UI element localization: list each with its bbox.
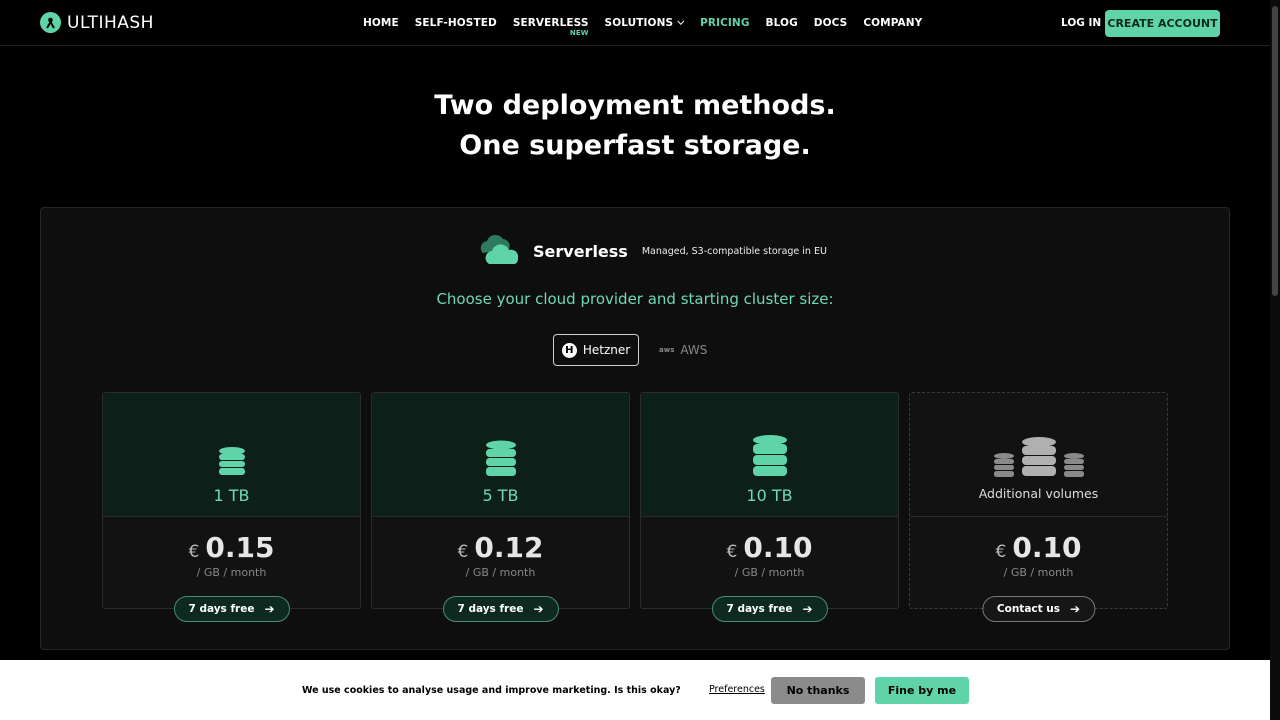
cloud-icon xyxy=(477,231,521,271)
nav-serverless-label: SERVERLESS xyxy=(512,17,589,29)
provider-toggle: H Hetzner aws AWS xyxy=(553,334,707,366)
cookie-preferences-link[interactable]: Preferences xyxy=(709,684,765,695)
new-badge: NEW xyxy=(569,29,589,37)
cookie-message: We use cookies to analyse usage and impr… xyxy=(302,685,681,696)
logo[interactable]: ULTIHASH xyxy=(40,12,154,33)
nav-docs[interactable]: DOCS xyxy=(814,17,848,29)
fine-by-me-button[interactable]: Fine by me xyxy=(875,677,969,704)
nav-solutions[interactable]: SOLUTIONS xyxy=(605,17,685,29)
provider-hetzner-button[interactable]: H Hetzner xyxy=(553,334,639,366)
pricing-panel: Serverless Managed, S3-compatible storag… xyxy=(40,207,1230,650)
nav-solutions-label: SOLUTIONS xyxy=(604,17,674,29)
pricing-card-1tb: 1 TB €0.15 / GB / month 7 days free ➔ xyxy=(102,392,361,622)
card-price-unit: / GB / month xyxy=(196,566,267,579)
pricing-card-10tb: 10 TB €0.10 / GB / month 7 days free ➔ xyxy=(640,392,899,622)
pricing-cards: 1 TB €0.15 / GB / month 7 days free ➔ 5 T… xyxy=(102,392,1168,622)
provider-hetzner-label: Hetzner xyxy=(582,343,631,357)
arrow-right-icon: ➔ xyxy=(264,602,275,616)
nav-blog[interactable]: BLOG xyxy=(766,17,798,29)
free-trial-button[interactable]: 7 days free ➔ xyxy=(442,596,559,622)
login-link[interactable]: LOG IN xyxy=(1061,17,1101,29)
databases-icon xyxy=(993,418,1085,478)
free-trial-button[interactable]: 7 days free ➔ xyxy=(173,596,290,622)
database-icon xyxy=(485,418,517,478)
pricing-card-additional: Additional volumes €0.10 / GB / month Co… xyxy=(909,392,1168,622)
cookie-banner: We use cookies to analyse usage and impr… xyxy=(0,660,1270,720)
card-price: €0.15 xyxy=(188,531,275,564)
arrow-right-icon: ➔ xyxy=(1070,602,1081,616)
service-title: Serverless xyxy=(533,241,628,261)
chevron-down-icon xyxy=(677,17,685,25)
card-price-unit: / GB / month xyxy=(1003,566,1074,579)
hero-line-1: Two deployment methods. xyxy=(434,90,836,121)
free-trial-button[interactable]: 7 days free ➔ xyxy=(711,596,828,622)
arrow-right-icon: ➔ xyxy=(802,602,813,616)
nav-company[interactable]: COMPANY xyxy=(863,17,922,29)
nav-pricing[interactable]: PRICING xyxy=(700,17,749,29)
database-icon xyxy=(218,418,246,478)
no-thanks-button[interactable]: No thanks xyxy=(771,677,865,704)
nav-home[interactable]: HOME xyxy=(363,17,399,29)
logo-mark-icon xyxy=(40,12,61,33)
provider-aws-button[interactable]: aws AWS xyxy=(659,343,707,357)
card-size: 10 TB xyxy=(746,486,793,505)
logo-text: ULTIHASH xyxy=(67,12,154,33)
scrollbar[interactable] xyxy=(1270,0,1280,720)
pricing-card-5tb: 5 TB €0.12 / GB / month 7 days free ➔ xyxy=(371,392,630,622)
main-nav: HOME SELF-HOSTED SERVERLESS NEW SOLUTION… xyxy=(363,17,922,37)
card-price-unit: / GB / month xyxy=(734,566,805,579)
database-icon xyxy=(752,418,788,478)
card-price: €0.10 xyxy=(995,531,1082,564)
site-header: ULTIHASH HOME SELF-HOSTED SERVERLESS NEW… xyxy=(0,0,1270,46)
arrow-right-icon: ➔ xyxy=(533,602,544,616)
hetzner-icon: H xyxy=(561,342,577,358)
service-header: Serverless Managed, S3-compatible storag… xyxy=(477,233,827,269)
aws-icon: aws xyxy=(659,346,675,354)
create-account-button[interactable]: CREATE ACCOUNT xyxy=(1105,10,1220,37)
hero-heading: Two deployment methods. One superfast st… xyxy=(0,86,1270,166)
card-price-unit: / GB / month xyxy=(465,566,536,579)
scrollbar-thumb[interactable] xyxy=(1272,6,1278,296)
nav-self-hosted[interactable]: SELF-HOSTED xyxy=(415,17,497,29)
choose-provider-text: Choose your cloud provider and starting … xyxy=(436,290,834,308)
card-price: €0.12 xyxy=(457,531,544,564)
provider-aws-label: AWS xyxy=(680,343,708,357)
card-size: 5 TB xyxy=(482,486,519,505)
service-subtitle: Managed, S3-compatible storage in EU xyxy=(641,245,827,257)
card-size: 1 TB xyxy=(213,486,250,505)
nav-serverless[interactable]: SERVERLESS NEW xyxy=(512,17,589,37)
contact-us-button[interactable]: Contact us ➔ xyxy=(981,596,1096,622)
card-size: Additional volumes xyxy=(978,486,1099,501)
hero-line-2: One superfast storage. xyxy=(459,130,811,161)
card-price: €0.10 xyxy=(726,531,813,564)
